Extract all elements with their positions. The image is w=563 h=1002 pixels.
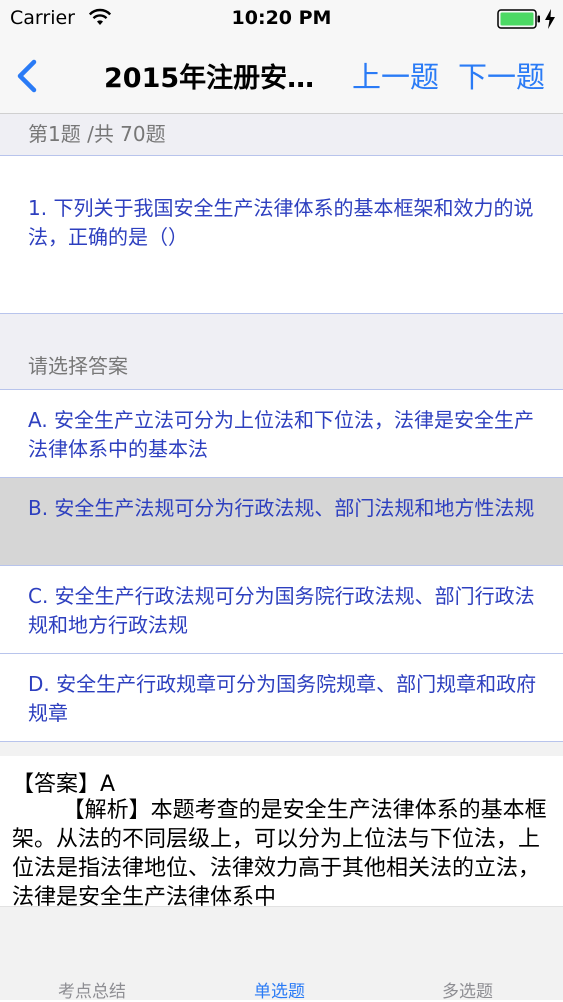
question-counter: 第1题 /共 70题 [28,122,166,146]
option-c[interactable]: C. 安全生产行政法规可分为国务院行政法规、部门行政法规和地方行政法规 [0,566,563,654]
tab-bar: 考点总结 单选题 多选题 [0,906,563,1002]
answer-analysis-panel[interactable]: 【答案】A 【解析】本题考查的是安全生产法律体系的基本框架。从法的不同层级上，可… [0,756,563,906]
option-c-text: C. 安全生产行政法规可分为国务院行政法规、部门行政法规和地方行政法规 [28,584,535,637]
option-d[interactable]: D. 安全生产行政规章可分为国务院规章、部门规章和政府规章 [0,654,563,742]
option-b[interactable]: B. 安全生产法规可分为行政法规、部门法规和地方性法规 [0,478,563,566]
option-d-text: D. 安全生产行政规章可分为国务院规章、部门规章和政府规章 [28,672,537,725]
charging-bolt-icon [545,9,555,29]
battery-icon [497,9,540,29]
status-bar: Carrier 10:20 PM [0,0,563,38]
question-counter-bar: 第1题 /共 70题 [0,114,563,156]
question-text: 1. 下列关于我国安全生产法律体系的基本框架和效力的说法，正确的是（） [28,196,534,249]
navigation-bar: 2015年注册安全工程师 上一题 下一题 [0,38,563,114]
analysis-text: 【解析】本题考查的是安全生产法律体系的基本框架。从法的不同层级上，可以分为上位法… [12,798,547,906]
option-b-text: B. 安全生产法规可分为行政法规、部门法规和地方性法规 [28,496,535,520]
next-question-button[interactable]: 下一题 [458,54,545,96]
answer-label: 【答案】A [12,772,116,797]
tab-multiple-choice[interactable]: 多选题 [442,977,493,1002]
tab-summary[interactable]: 考点总结 [58,977,126,1002]
section-divider [0,742,563,756]
nav-title: 2015年注册安全工程师 [104,63,336,94]
tab-single-choice[interactable]: 单选题 [254,977,305,1002]
chevron-left-icon [17,59,37,93]
previous-question-button[interactable]: 上一题 [352,54,439,96]
option-a[interactable]: A. 安全生产立法可分为上位法和下位法，法律是安全生产法律体系中的基本法 [0,390,563,478]
choose-answer-header: 请选择答案 [0,314,563,390]
option-a-text: A. 安全生产立法可分为上位法和下位法，法律是安全生产法律体系中的基本法 [28,408,535,461]
question-card: 1. 下列关于我国安全生产法律体系的基本框架和效力的说法，正确的是（） [0,156,563,314]
back-button[interactable] [8,54,48,98]
choose-answer-label: 请选择答案 [28,354,128,378]
status-time: 10:20 PM [231,7,332,29]
